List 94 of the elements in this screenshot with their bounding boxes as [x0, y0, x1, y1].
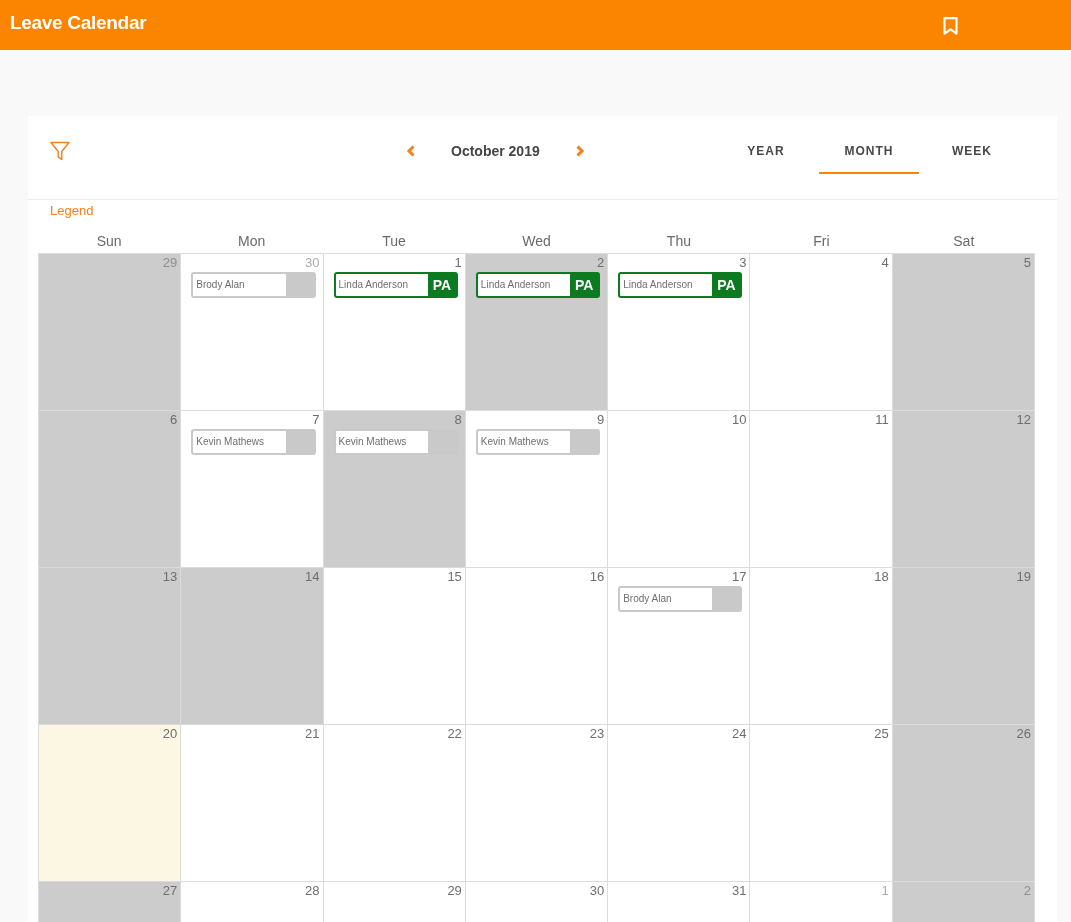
day-cell[interactable]: 13: [39, 568, 182, 725]
day-number: 23: [589, 725, 606, 741]
day-cell[interactable]: 21: [181, 725, 324, 882]
day-cell[interactable]: 20: [39, 725, 182, 882]
day-number: 12: [1016, 411, 1032, 427]
day-number: 28: [305, 882, 321, 898]
leave-chip[interactable]: Kevin Mathews: [475, 429, 601, 455]
day-cell[interactable]: 23: [465, 725, 609, 882]
employee-name: Brody Alan: [620, 588, 713, 610]
day-cell[interactable]: 26: [892, 725, 1035, 882]
leave-chip[interactable]: Brody Alan: [618, 586, 743, 612]
day-cell[interactable]: 6: [39, 411, 182, 568]
day-cell[interactable]: 2 Linda Anderson PA: [465, 254, 609, 411]
view-tab[interactable]: YEAR: [716, 127, 816, 174]
day-number: 24: [731, 725, 748, 741]
day-cell[interactable]: 16: [465, 568, 609, 725]
day-cell[interactable]: 11: [750, 411, 893, 568]
day-cell[interactable]: 14: [181, 568, 324, 725]
leave-chip[interactable]: Linda Anderson PA: [475, 272, 601, 298]
day-cell[interactable]: 8 Kevin Mathews: [323, 411, 466, 568]
app-title: Leave Calendar: [10, 12, 147, 34]
day-number: 6: [170, 411, 179, 427]
day-number: 25: [874, 725, 890, 741]
employee-name: Linda Anderson: [477, 274, 571, 296]
day-cell[interactable]: 30 Brody Alan: [181, 254, 324, 411]
day-number: 2: [1023, 882, 1032, 898]
employee-name: Kevin Mathews: [193, 431, 286, 453]
weekday-label: Thu: [666, 233, 691, 249]
day-number: 17: [731, 568, 748, 584]
leave-chip[interactable]: Linda Anderson PA: [333, 272, 458, 298]
day-cell[interactable]: 4: [750, 254, 893, 411]
employee-name: Brody Alan: [193, 274, 286, 296]
day-number: 15: [447, 568, 463, 584]
day-number: 13: [162, 568, 179, 584]
chevron-left-icon[interactable]: [406, 144, 416, 157]
day-cell[interactable]: 15: [323, 568, 466, 725]
leave-chip[interactable]: Kevin Mathews: [191, 429, 316, 455]
day-number: 29: [447, 882, 463, 898]
day-cell[interactable]: 7 Kevin Mathews: [181, 411, 324, 568]
bookmark-icon[interactable]: [943, 17, 958, 35]
day-number: 2: [596, 254, 606, 270]
day-cell[interactable]: 9 Kevin Mathews: [465, 411, 609, 568]
day-number: 1: [881, 882, 890, 898]
day-number: 22: [447, 725, 463, 741]
day-number: 30: [305, 254, 321, 270]
view-tab[interactable]: MONTH: [819, 127, 919, 174]
day-cell[interactable]: 17 Brody Alan: [608, 568, 751, 725]
weekday-label: Mon: [238, 233, 266, 249]
employee-name: Linda Anderson: [620, 274, 713, 296]
weekday-label: Tue: [382, 233, 406, 249]
chevron-right-icon[interactable]: [574, 144, 585, 157]
day-number: 7: [312, 411, 321, 427]
view-tab[interactable]: WEEK: [922, 127, 1022, 174]
day-cell[interactable]: 19: [892, 568, 1035, 725]
day-cell[interactable]: 3 Linda Anderson PA: [608, 254, 751, 411]
day-cell[interactable]: 27: [39, 882, 182, 922]
day-number: 30: [589, 882, 606, 898]
day-number: 18: [874, 568, 890, 584]
employee-name: Kevin Mathews: [477, 431, 571, 453]
day-number: 3: [739, 254, 748, 270]
day-number: 21: [305, 725, 321, 741]
weekday-label: Sat: [953, 233, 975, 249]
weekday-label: Fri: [813, 233, 830, 249]
day-number: 27: [162, 882, 179, 898]
day-number: 8: [454, 411, 463, 427]
day-number: 4: [881, 254, 890, 270]
filter-icon[interactable]: [50, 140, 70, 161]
weekday-label: Sun: [96, 233, 122, 249]
day-cell[interactable]: 24: [608, 725, 751, 882]
day-number: 29: [162, 254, 179, 270]
leave-chip[interactable]: Brody Alan: [191, 272, 316, 298]
day-number: 20: [162, 725, 179, 741]
employee-name: Kevin Mathews: [335, 431, 428, 453]
day-cell[interactable]: 1 Linda Anderson PA: [323, 254, 466, 411]
day-number: 1: [454, 254, 463, 270]
day-number: 19: [1016, 568, 1032, 584]
day-cell[interactable]: 12: [892, 411, 1035, 568]
employee-name: Linda Anderson: [335, 274, 428, 296]
day-number: 31: [731, 882, 748, 898]
day-number: 5: [1023, 254, 1032, 270]
day-cell[interactable]: 18: [750, 568, 893, 725]
day-number: 14: [305, 568, 321, 584]
day-cell[interactable]: 10: [608, 411, 751, 568]
day-number: 26: [1016, 725, 1032, 741]
day-cell[interactable]: 5: [892, 254, 1035, 411]
month-title: October 2019: [451, 142, 540, 159]
day-cell[interactable]: 22: [323, 725, 466, 882]
day-number: 9: [596, 411, 606, 427]
weekday-label: Wed: [522, 233, 551, 249]
day-number: 10: [731, 411, 748, 427]
leave-chip[interactable]: Linda Anderson PA: [618, 272, 743, 298]
day-cell[interactable]: 25: [750, 725, 893, 882]
day-number: 11: [875, 411, 890, 427]
day-number: 16: [589, 568, 606, 584]
